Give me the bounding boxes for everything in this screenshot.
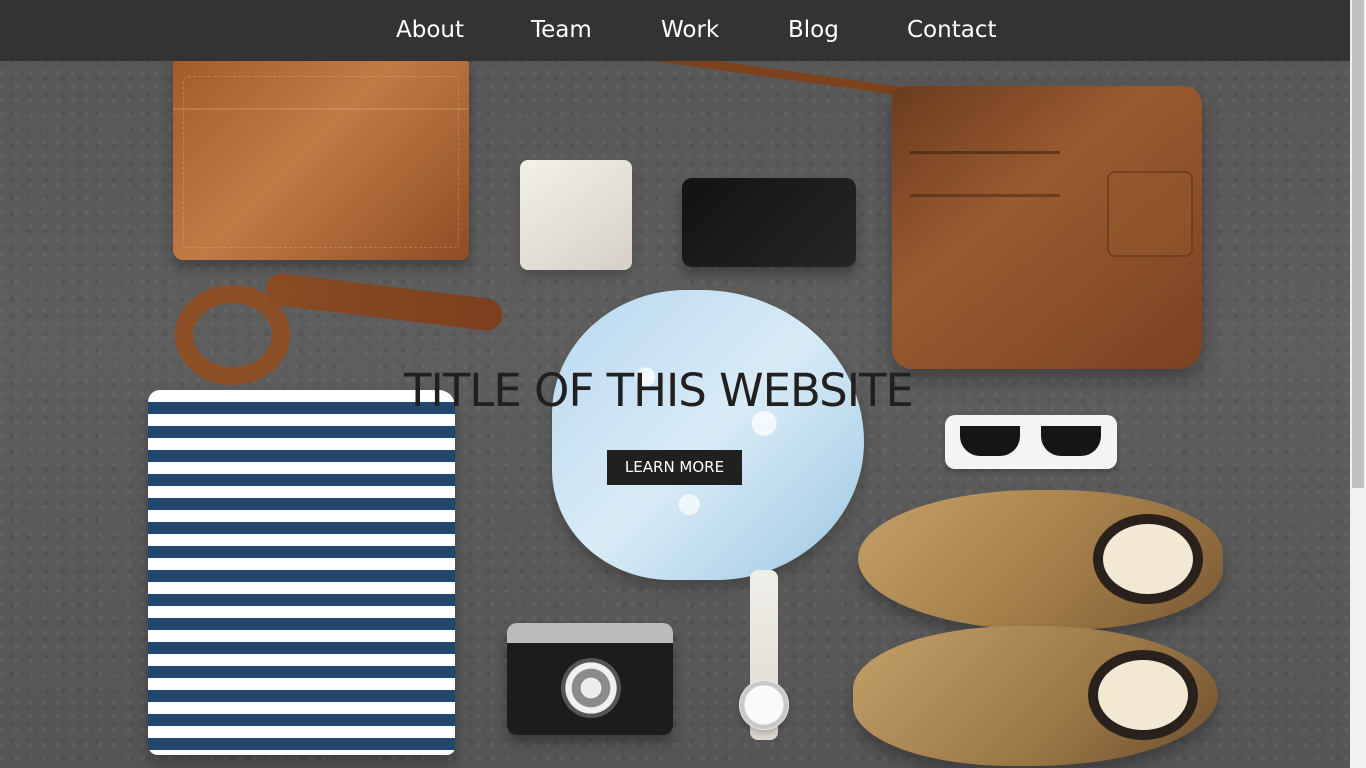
nav-link-contact[interactable]: Contact: [907, 15, 996, 45]
nav-link-about[interactable]: About: [396, 15, 464, 45]
learn-more-button[interactable]: LEARN MORE: [607, 450, 742, 485]
vertical-scrollbar[interactable]: [1350, 0, 1366, 768]
nav-link-work[interactable]: Work: [661, 15, 719, 45]
hero-content: TITLE OF THIS WEBSITE LEARN MORE: [0, 0, 1350, 768]
scrollbar-thumb[interactable]: [1352, 0, 1364, 488]
nav-link-blog[interactable]: Blog: [788, 15, 839, 45]
site-title: TITLE OF THIS WEBSITE: [404, 364, 914, 417]
website-page: TITLE OF THIS WEBSITE LEARN MORE About T…: [0, 0, 1366, 768]
hero-section: TITLE OF THIS WEBSITE LEARN MORE: [0, 0, 1350, 768]
nav-link-team[interactable]: Team: [531, 15, 592, 45]
top-navigation-bar: About Team Work Blog Contact: [0, 0, 1350, 61]
